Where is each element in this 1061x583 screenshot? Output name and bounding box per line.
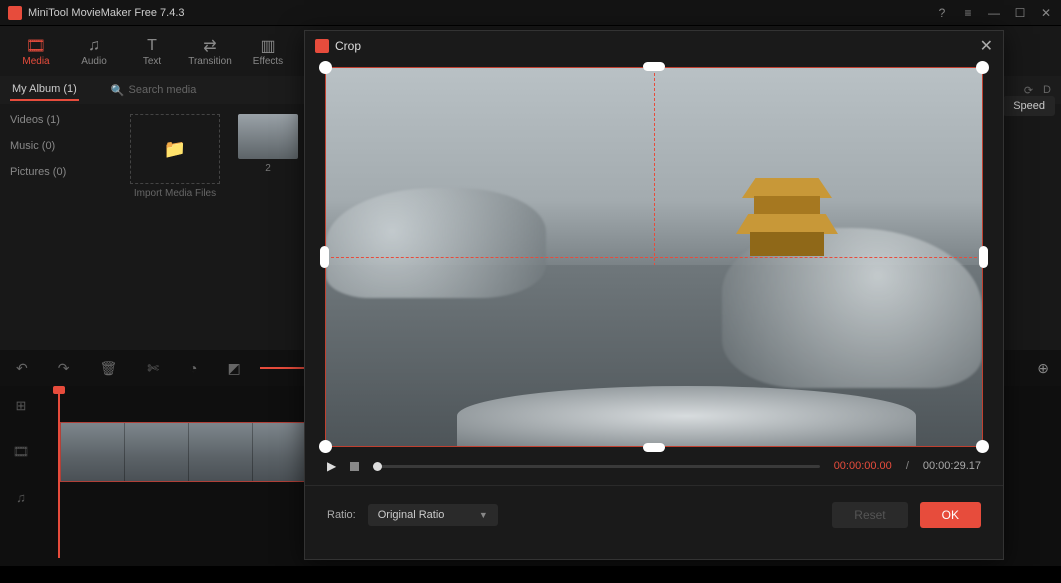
crop-handle-br[interactable] <box>976 440 989 453</box>
title-bar: MiniTool MovieMaker Free 7.4.3 ? ≡ — ☐ ✕ <box>0 0 1061 26</box>
thumb-label: 2 <box>265 163 271 174</box>
crop-handle-tr[interactable] <box>976 61 989 74</box>
crop-dialog: Crop ✕ ▶ 00:00:00.00 / 00:00:29.17 Ratio… <box>304 30 1004 560</box>
delete-icon[interactable]: 🗑 <box>99 360 117 377</box>
dialog-footer: Ratio: Original Ratio ▼ Reset OK <box>305 494 1003 542</box>
video-track-icon: 🎞 <box>13 444 30 460</box>
media-side-panel: Videos (1) Music (0) Pictures (0) <box>0 104 120 350</box>
side-videos[interactable]: Videos (1) <box>10 114 110 126</box>
tab-label: Transition <box>188 56 232 67</box>
side-pictures[interactable]: Pictures (0) <box>10 166 110 178</box>
minimize-icon[interactable]: — <box>987 6 1001 20</box>
text-icon: T <box>147 36 157 56</box>
crop-handle-bottom[interactable] <box>643 443 665 452</box>
close-window-icon[interactable]: ✕ <box>1039 6 1053 20</box>
redo-icon[interactable]: ↷ <box>58 360 70 377</box>
app-logo-icon <box>8 6 22 20</box>
ok-button[interactable]: OK <box>920 502 981 528</box>
menu-icon[interactable]: ≡ <box>961 6 975 20</box>
time-current: 00:00:00.00 <box>834 460 892 472</box>
speed-button[interactable]: Speed <box>1003 96 1055 116</box>
audio-track-icon: ♫ <box>16 490 26 505</box>
time-total: 00:00:29.17 <box>923 460 981 472</box>
dialog-title: Crop <box>335 39 361 53</box>
download-icon[interactable]: D <box>1043 84 1051 97</box>
ratio-select[interactable]: Original Ratio ▼ <box>368 504 498 526</box>
crop-handle-top[interactable] <box>643 62 665 71</box>
crop-handle-left[interactable] <box>320 246 329 268</box>
time-separator: / <box>906 460 909 472</box>
add-track-icon[interactable]: ⊕ <box>1037 360 1049 377</box>
pagoda-graphic <box>732 178 842 268</box>
transition-icon: ⇄ <box>203 36 216 56</box>
media-icon: 🎞 <box>26 36 46 56</box>
ratio-label: Ratio: <box>327 509 356 521</box>
split-icon[interactable]: ✄ <box>147 360 159 377</box>
crop-handle-bl[interactable] <box>319 440 332 453</box>
play-icon[interactable]: ▶ <box>327 459 336 473</box>
search-media[interactable]: 🔍 Search media <box>111 84 197 97</box>
tab-label: Media <box>22 56 49 67</box>
media-thumbnail[interactable] <box>238 114 298 159</box>
add-clip-icon[interactable]: ⊞ <box>16 398 27 414</box>
crop-tool-icon[interactable]: ◩ <box>227 360 240 377</box>
folder-icon: 📁 <box>164 139 186 160</box>
crop-stage[interactable] <box>325 67 983 447</box>
tab-label: Effects <box>253 56 283 67</box>
reset-button[interactable]: Reset <box>832 502 907 528</box>
player-bar: ▶ 00:00:00.00 / 00:00:29.17 <box>305 455 1003 477</box>
tab-label: Audio <box>81 56 107 67</box>
app-title: MiniTool MovieMaker Free 7.4.3 <box>28 7 935 19</box>
crop-handle-right[interactable] <box>979 246 988 268</box>
dialog-header: Crop ✕ <box>305 31 1003 61</box>
crop-preview[interactable] <box>325 67 983 447</box>
help-icon[interactable]: ? <box>935 6 949 20</box>
side-music[interactable]: Music (0) <box>10 140 110 152</box>
import-label: Import Media Files <box>130 188 220 199</box>
crop-handle-tl[interactable] <box>319 61 332 74</box>
refresh-icon[interactable]: ⟳ <box>1024 84 1033 97</box>
tab-transition[interactable]: ⇄ Transition <box>184 27 236 75</box>
tab-audio[interactable]: ♫ Audio <box>68 27 120 75</box>
video-clip[interactable] <box>60 422 318 482</box>
undo-icon[interactable]: ↶ <box>16 360 28 377</box>
effects-icon: ▥ <box>260 36 275 56</box>
album-tab[interactable]: My Album (1) <box>10 79 79 101</box>
search-placeholder: Search media <box>129 84 197 96</box>
dialog-logo-icon <box>315 39 329 53</box>
seek-thumb[interactable] <box>373 462 382 471</box>
tab-label: Text <box>143 56 161 67</box>
close-dialog-icon[interactable]: ✕ <box>980 36 993 56</box>
maximize-icon[interactable]: ☐ <box>1013 6 1027 20</box>
tab-text[interactable]: T Text <box>126 27 178 75</box>
tab-media[interactable]: 🎞 Media <box>10 27 62 75</box>
stop-icon[interactable] <box>350 462 359 471</box>
tab-effects[interactable]: ▥ Effects <box>242 27 294 75</box>
seek-bar[interactable] <box>373 465 819 468</box>
chevron-down-icon: ▼ <box>479 510 488 520</box>
ratio-value: Original Ratio <box>378 509 445 521</box>
search-icon: 🔍 <box>111 84 125 97</box>
speed-tool-icon[interactable]: ◔ <box>189 360 197 376</box>
import-media-button[interactable]: 📁 <box>130 114 220 184</box>
audio-icon: ♫ <box>88 36 100 56</box>
